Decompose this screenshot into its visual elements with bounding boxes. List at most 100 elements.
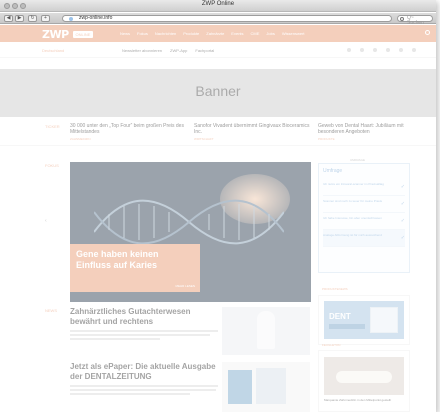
forward-button[interactable]: ▶ bbox=[15, 15, 24, 22]
article-teaser[interactable]: Jetzt als ePaper: Die aktuelle Ausgabe d… bbox=[70, 362, 220, 397]
ticker-title: 30 000 unter den „Top Four“ beim großen … bbox=[70, 123, 184, 135]
twitter-icon[interactable] bbox=[360, 48, 364, 52]
nav-item-jobs[interactable]: Jobs bbox=[266, 31, 274, 36]
survey-widget: Umfrage Ich nutze ein Intraoral-scanner … bbox=[318, 163, 410, 273]
hero-title: Gene haben keinen Einfluss auf Karies bbox=[76, 249, 159, 270]
article-title[interactable]: Jetzt als ePaper: Die aktuelle Ausgabe d… bbox=[70, 362, 220, 382]
subnav-link-fachportal[interactable]: Fachportal bbox=[195, 48, 214, 53]
ticker-category: PRODUKTE bbox=[318, 137, 335, 141]
reload-icon[interactable]: ↻ bbox=[28, 15, 37, 22]
title-bar: ZWP Online bbox=[0, 0, 436, 12]
feuilleton-label: FEUILLETON bbox=[322, 343, 341, 347]
hero-caption[interactable]: Gene haben keinen Einfluss auf Karies ME… bbox=[70, 244, 200, 292]
survey-option-label: Scanner sind noch zu teuer für meine Pra… bbox=[323, 199, 383, 203]
survey-option[interactable]: Ich nutze ein Intraoral-scanner im Praxi… bbox=[323, 179, 405, 196]
article-teaser[interactable]: Zahnärztliches Gutachterwesen bewährt un… bbox=[70, 307, 220, 342]
ticker-title: Sanofor Vivadent übernimmt Gingivaux Bio… bbox=[194, 123, 310, 135]
dna-helix-image bbox=[94, 199, 284, 245]
ad-product-image bbox=[370, 307, 398, 333]
survey-option-label: Ich habe Interesse, bin aber unentschlos… bbox=[323, 216, 382, 220]
check-icon: ✓ bbox=[400, 201, 405, 207]
rss-icon[interactable] bbox=[412, 48, 416, 52]
product-ad[interactable]: DENT bbox=[318, 295, 410, 345]
site-logo[interactable]: ZWP bbox=[42, 28, 69, 41]
nav-item-wissenswert[interactable]: Wissenswert bbox=[282, 31, 305, 36]
article-excerpt bbox=[70, 330, 220, 340]
article-image[interactable] bbox=[222, 362, 310, 412]
url-text: zwp-online.info bbox=[79, 15, 113, 21]
teeth-photo bbox=[324, 357, 404, 395]
survey-title: Umfrage bbox=[323, 168, 343, 174]
nav-item-nachrichten[interactable]: Nachrichten bbox=[155, 31, 176, 36]
xing-icon[interactable] bbox=[399, 48, 403, 52]
nav-item-news[interactable]: News bbox=[120, 31, 130, 36]
text-line bbox=[70, 393, 190, 395]
facebook-icon[interactable] bbox=[347, 48, 351, 52]
nav-item-cme[interactable]: CME bbox=[251, 31, 260, 36]
ad-image: DENT bbox=[324, 301, 404, 339]
browser-toolbar: ◀ ▶ ↻ + zwp-online.info Q~ Suchen bbox=[0, 13, 436, 26]
subnav-link-newsletter[interactable]: Newsletter abonnieren bbox=[122, 48, 162, 53]
banner-label: Banner bbox=[195, 83, 241, 99]
search-icon bbox=[400, 17, 404, 21]
nav-item-fokus[interactable]: Fokus bbox=[137, 31, 148, 36]
banner-placeholder[interactable]: Banner bbox=[0, 69, 436, 117]
ticker-item[interactable]: Geweb von Dental Haart: Jubiläum mit bes… bbox=[318, 123, 418, 141]
site-icon bbox=[69, 17, 73, 21]
news-ticker: TICKER 30 000 unter den „Top Four“ beim … bbox=[0, 120, 436, 146]
article-image[interactable] bbox=[222, 307, 310, 355]
read-more-link[interactable]: MEHR LESEN bbox=[175, 284, 195, 288]
subnav-link-app[interactable]: ZWP-App bbox=[170, 48, 187, 53]
news-section-label: NEWS bbox=[45, 308, 57, 313]
slider-prev-icon[interactable]: ‹ bbox=[45, 218, 47, 224]
nav-item-produkte[interactable]: Produkte bbox=[183, 31, 199, 36]
article-title[interactable]: Zahnärztliches Gutachterwesen bewährt un… bbox=[70, 307, 220, 327]
ad-title: DENT bbox=[329, 312, 351, 321]
region-selector[interactable]: Deutschland bbox=[42, 48, 64, 53]
survey-option-label: Analoge Abformung ist für mich ausreiche… bbox=[323, 233, 382, 237]
back-button[interactable]: ◀ bbox=[4, 15, 13, 22]
sub-nav: Deutschland Newsletter abonnieren ZWP-Ap… bbox=[0, 42, 436, 58]
instagram-icon[interactable] bbox=[386, 48, 390, 52]
ticker-category: ZAHNMEDIZIN bbox=[70, 137, 91, 141]
youtube-icon[interactable] bbox=[373, 48, 377, 52]
survey-option[interactable]: Ich habe Interesse, bin aber unentschlos… bbox=[323, 213, 405, 230]
ticker-item[interactable]: 30 000 unter den „Top Four“ beim großen … bbox=[70, 123, 190, 141]
ticker-item[interactable]: Sanofor Vivadent übernimmt Gingivaux Bio… bbox=[194, 123, 314, 141]
add-bookmark-button[interactable]: + bbox=[41, 15, 50, 22]
text-line bbox=[70, 330, 218, 332]
nav-item-zahnaerzte[interactable]: Zahnärzte bbox=[206, 31, 224, 36]
feuilleton-teaser[interactable]: Marquante Zahnmedizin in den Mittelpunkt… bbox=[318, 350, 410, 412]
epaper-page bbox=[256, 368, 286, 404]
hero-slider[interactable]: Gene haben keinen Einfluss auf Karies ME… bbox=[70, 162, 311, 302]
survey-option-selected[interactable]: Analoge Abformung ist für mich ausreiche… bbox=[323, 230, 405, 247]
nav-item-events[interactable]: Events bbox=[231, 31, 243, 36]
subnav-links: Newsletter abonnieren ZWP-App Fachportal bbox=[122, 48, 214, 53]
social-icons bbox=[347, 48, 416, 52]
article-excerpt bbox=[70, 385, 220, 395]
text-line bbox=[70, 389, 216, 391]
epaper-cover bbox=[228, 370, 252, 404]
feuilleton-caption: Marquante Zahnmedizin in den Mittelpunkt… bbox=[324, 398, 392, 402]
browser-window: ZWP Online ◀ ▶ ↻ + zwp-online.info Q~ Su… bbox=[0, 0, 436, 412]
main-menu: News Fokus Nachrichten Produkte Zahnärzt… bbox=[120, 31, 305, 36]
text-line bbox=[70, 338, 160, 340]
ticker-title: Geweb von Dental Haart: Jubiläum mit bes… bbox=[318, 123, 404, 135]
text-line bbox=[70, 334, 210, 336]
check-icon: ✓ bbox=[400, 235, 405, 241]
survey-option[interactable]: Scanner sind noch zu teuer für meine Pra… bbox=[323, 196, 405, 213]
check-icon: ✓ bbox=[400, 218, 405, 224]
site-search-icon[interactable] bbox=[425, 30, 430, 35]
survey-option-label: Ich nutze ein Intraoral-scanner im Praxi… bbox=[323, 182, 384, 186]
ad-stripe bbox=[329, 324, 365, 329]
check-icon: ✓ bbox=[400, 184, 405, 190]
teeth-shape bbox=[336, 371, 392, 383]
ticker-label: TICKER bbox=[45, 124, 60, 129]
window-title: ZWP Online bbox=[201, 1, 235, 7]
browser-search-field[interactable]: Q~ Suchen bbox=[397, 15, 433, 26]
product-news-label: PRODUKTENEWS bbox=[322, 287, 348, 291]
section-label: FOKUS bbox=[45, 163, 59, 168]
text-line bbox=[70, 385, 218, 387]
address-bar[interactable]: zwp-online.info bbox=[62, 15, 392, 22]
site-nav-bar: ZWP ONLINE News Fokus Nachrichten Produk… bbox=[0, 25, 436, 42]
